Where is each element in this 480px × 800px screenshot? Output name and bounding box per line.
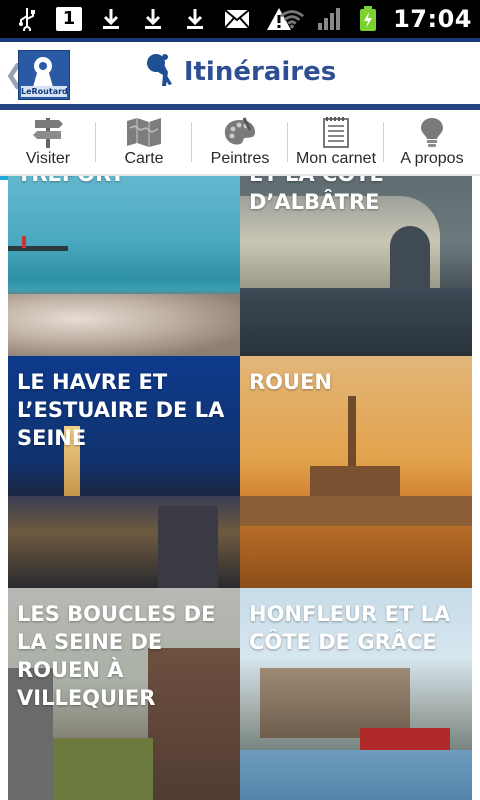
itinerary-grid: TRÉPORT ET LA CÔTE D’ALBÂTRE LE HAVRE ET… [8, 176, 472, 800]
tab-a-propos[interactable]: A propos [384, 110, 480, 174]
itinerary-tile-boucles-seine[interactable]: LES BOUCLES DE LA SEINE DE ROUEN À VILLE… [8, 588, 240, 800]
usb-icon [14, 6, 40, 32]
tab-label: Carte [124, 150, 164, 167]
download-icon [182, 6, 208, 32]
tab-label: Mon carnet [295, 150, 377, 167]
river-image [240, 526, 472, 588]
itinerary-tile-cote-albatre[interactable]: ET LA CÔTE D’ALBÂTRE [240, 176, 472, 356]
itinerary-tile-honfleur[interactable]: HONFLEUR ET LA CÔTE DE GRÂCE [240, 588, 472, 800]
signpost-icon [28, 116, 68, 148]
palette-icon [220, 116, 260, 148]
tab-peintres[interactable]: Peintres [192, 110, 288, 174]
itinerary-tile-treport[interactable]: TRÉPORT [8, 176, 240, 356]
download-icon [140, 6, 166, 32]
itinerary-tile-rouen[interactable]: ROUEN [240, 356, 472, 588]
tab-bar: Visiter Carte Peintres Mon carnet A prop… [0, 110, 480, 180]
app-header: ❮ LeRoutard Itinéraires [0, 38, 480, 110]
tab-label: Visiter [25, 150, 71, 167]
map-icon [124, 116, 164, 148]
header-title-group: Itinéraires [0, 52, 480, 92]
itinerary-tile-le-havre[interactable]: LE HAVRE ET L’ESTUAIRE DE LA SEINE [8, 356, 240, 588]
tile-title: ROUEN [249, 370, 332, 394]
status-bar: 1 17:04 [0, 0, 480, 38]
header-top-line [0, 38, 480, 42]
backpacker-icon [144, 52, 174, 92]
tab-label: Peintres [210, 150, 270, 167]
tile-title: HONFLEUR ET LA CÔTE DE GRÂCE [249, 602, 451, 654]
lightbulb-icon [412, 116, 452, 148]
cliff-arch-image [390, 226, 430, 288]
trees-image [53, 738, 153, 800]
tab-label: A propos [400, 150, 464, 167]
signal-icon [317, 6, 343, 32]
skyline-image [240, 496, 472, 526]
notepad-icon [316, 116, 356, 148]
download-icon [98, 6, 124, 32]
tile-title: TRÉPORT [17, 176, 230, 188]
tile-title: LE HAVRE ET L’ESTUAIRE DE LA SEINE [17, 370, 225, 450]
battery-charging-icon [355, 6, 381, 32]
sea-image [240, 288, 472, 356]
page-title: Itinéraires [183, 57, 337, 87]
mail-icon [224, 6, 250, 32]
notification-count-icon: 1 [56, 6, 82, 32]
tab-mon-carnet[interactable]: Mon carnet [288, 110, 384, 174]
harbor-water-image [240, 750, 472, 800]
clock: 17:04 [393, 5, 472, 33]
tab-visiter[interactable]: Visiter [0, 110, 96, 180]
notification-count: 1 [56, 7, 82, 31]
tile-title: LES BOUCLES DE LA SEINE DE ROUEN À VILLE… [17, 602, 216, 710]
jetty-image [8, 246, 68, 251]
tile-title: ET LA CÔTE D’ALBÂTRE [249, 176, 384, 214]
wifi-icon [279, 6, 305, 32]
building-image [158, 506, 218, 588]
tab-carte[interactable]: Carte [96, 110, 192, 174]
rocks-image [8, 294, 240, 356]
lighthouse-image [22, 236, 26, 248]
boat-image [360, 728, 450, 750]
